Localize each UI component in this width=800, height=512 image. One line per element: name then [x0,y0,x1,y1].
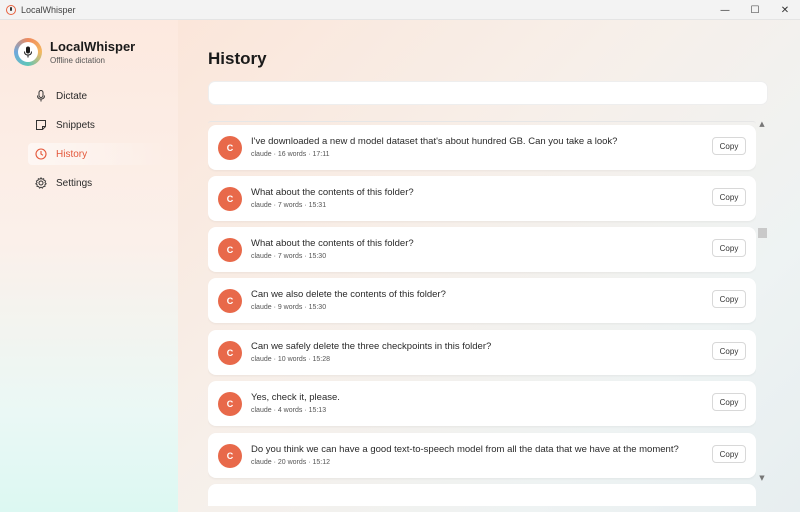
sidebar-item-dictate[interactable]: Dictate [28,85,168,107]
entry-text: Can we also delete the contents of this … [251,289,446,300]
microphone-icon [18,42,38,62]
entry-text: I've downloaded a new d model dataset th… [251,136,618,147]
search-input[interactable] [208,81,768,105]
entry-meta: claude · 7 words · 15:30 [251,253,327,260]
entry-meta: claude · 20 words · 15:12 [251,459,330,466]
copy-button[interactable]: Copy [712,239,746,257]
list-item: C I've downloaded a new d model dataset … [208,125,756,170]
entry-meta: claude · 7 words · 15:31 [251,202,327,209]
list-item: C Can we also delete the contents of thi… [208,278,756,323]
maximize-button[interactable]: ☐ [740,0,770,20]
sidebar: LocalWhisper Offline dictation Dictate S… [0,20,178,512]
note-icon [34,118,48,132]
app-logo [14,38,42,66]
main-content: History C I've downloaded a new d model … [178,20,800,512]
sidebar-item-label: Settings [56,177,93,189]
entry-text: Yes, check it, please. [251,392,340,403]
list-item: C Yes, check it, please. claude · 4 word… [208,381,756,426]
sidebar-item-settings[interactable]: Settings [28,172,168,194]
copy-button[interactable]: Copy [712,290,746,308]
window-controls: — ☐ ✕ [710,0,800,20]
app-icon [6,4,16,15]
avatar: C [218,187,242,211]
list-item: C Can we safely delete the three checkpo… [208,330,756,375]
sidebar-item-snippets[interactable]: Snippets [28,114,168,136]
sidebar-item-history[interactable]: History [28,143,168,165]
scrollbar[interactable]: ▲ ▼ [756,120,768,486]
entry-text: What about the contents of this folder? [251,238,414,249]
minimize-button[interactable]: — [710,0,740,20]
scroll-up-icon[interactable]: ▲ [756,120,768,130]
gear-icon [34,176,48,190]
entry-meta: claude · 4 words · 15:13 [251,407,327,414]
entry-meta: claude · 10 words · 15:28 [251,356,330,363]
entry-text: Can we safely delete the three checkpoin… [251,341,492,352]
sidebar-item-label: Snippets [56,119,95,131]
list-item: C What about the contents of this folder… [208,227,756,272]
list-item: C Do you think we can have a good text-t… [208,433,756,478]
scroll-down-icon[interactable]: ▼ [756,474,768,484]
brand-name: LocalWhisper [50,39,136,54]
entry-text: What about the contents of this folder? [251,187,414,198]
list-item-partial [208,484,756,506]
copy-button[interactable]: Copy [712,445,746,463]
copy-button[interactable]: Copy [712,342,746,360]
microphone-icon [34,89,48,103]
avatar: C [218,392,242,416]
avatar: C [218,444,242,468]
copy-button[interactable]: Copy [712,137,746,155]
scroll-thumb[interactable] [758,228,767,238]
page-title: History [208,49,267,68]
sidebar-nav: Dictate Snippets History Settings [28,85,168,201]
window-title: LocalWhisper [21,4,76,15]
brand-tagline: Offline dictation [50,56,105,65]
entry-meta: claude · 9 words · 15:30 [251,304,327,311]
copy-button[interactable]: Copy [712,393,746,411]
brand: LocalWhisper Offline dictation [14,38,135,66]
avatar: C [218,136,242,160]
avatar: C [218,289,242,313]
history-list: C I've downloaded a new d model dataset … [208,120,756,506]
entry-text: Do you think we can have a good text-to-… [251,444,679,455]
clock-icon [34,147,48,161]
avatar: C [218,341,242,365]
entry-meta: claude · 16 words · 17:11 [251,151,330,158]
close-button[interactable]: ✕ [770,0,800,20]
sidebar-item-label: History [56,148,88,160]
copy-button[interactable]: Copy [712,188,746,206]
title-bar: LocalWhisper — ☐ ✕ [0,0,800,20]
avatar: C [218,238,242,262]
list-item: C What about the contents of this folder… [208,176,756,221]
sidebar-item-label: Dictate [56,90,88,102]
